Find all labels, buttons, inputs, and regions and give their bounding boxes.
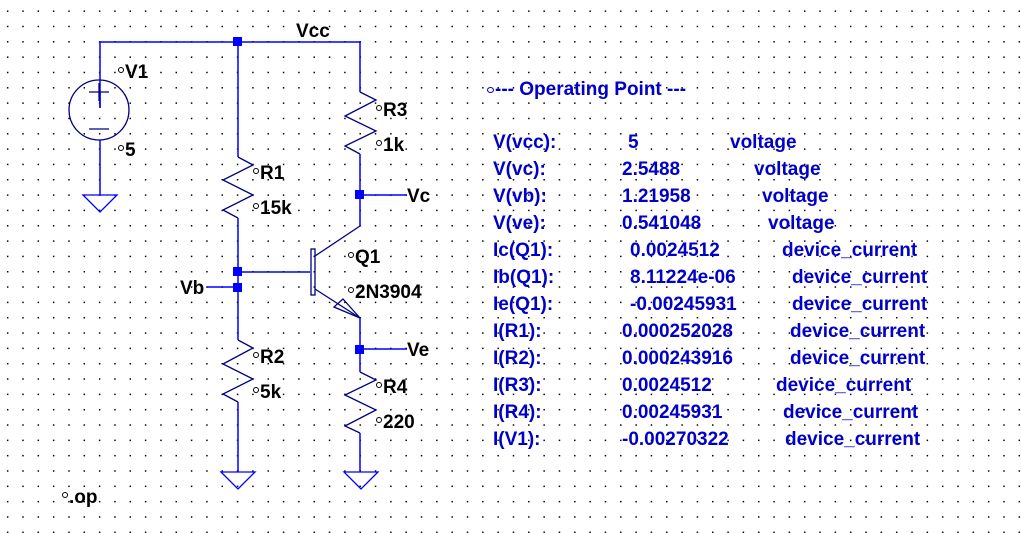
r4-name-label[interactable]: R4 [376,378,407,397]
op-row-type: device_current [783,402,919,423]
op-row-value: 5 [628,132,639,153]
op-row-type: voltage [762,186,829,207]
ground-icon [81,194,119,213]
q1-name-label[interactable]: Q1 [348,248,380,267]
r2-value-label[interactable]: 5k [253,383,281,402]
op-row-value: 0.000243916 [622,348,733,369]
resistor-r1[interactable] [221,156,255,219]
op-row-type: voltage [754,159,821,180]
operating-point-title[interactable]: --- Operating Point --- [487,80,686,99]
op-row-type: device_current [792,294,928,315]
op-row-value: 0.0024512 [622,375,712,396]
op-row-name: Ie(Q1): [493,294,554,315]
op-row-name: I(V1): [493,429,541,450]
ground-icon [219,471,257,490]
junction-dot [233,283,242,292]
op-row-value: 0.0024512 [630,240,720,261]
r1-name-label[interactable]: R1 [253,164,284,183]
op-row-value: 2.5488 [622,159,681,180]
op-row-type: voltage [768,213,835,234]
r3-value-label[interactable]: 1k [376,136,404,155]
op-row-name: Ic(Q1): [493,240,554,261]
op-row-name: I(R3): [493,375,542,396]
op-row-type: device_current [790,321,926,342]
op-row-type: device_current [790,348,926,369]
junction-dot [233,267,242,276]
net-label-ve[interactable]: Ve [407,341,429,360]
op-row-type: device_current [776,375,912,396]
resistor-r2[interactable] [221,339,255,403]
r4-value-label[interactable]: 220 [376,413,415,432]
op-row-value: 0.000252028 [622,321,733,342]
v1-value-label[interactable]: 5 [118,141,136,160]
r1-value-label[interactable]: 15k [253,199,292,218]
op-row-name: Ib(Q1): [493,267,555,288]
net-label-vcc[interactable]: Vcc [296,22,330,41]
op-row-value: 0.541048 [622,213,702,234]
ground-icon [342,471,380,490]
resistor-r4[interactable] [343,371,378,434]
r2-name-label[interactable]: R2 [253,348,284,367]
op-row-value: -0.00245931 [630,294,737,315]
op-row-value: 0.00245931 [622,402,723,423]
op-row-name: V(vcc): [493,132,557,153]
op-row-type: device_current [782,240,918,261]
op-row-type: device_current [785,429,921,450]
junction-dot [355,190,364,199]
r3-name-label[interactable]: R3 [376,101,407,120]
op-row-value: 8.11224e-06 [630,267,736,288]
voltage-source-v1[interactable] [68,79,130,141]
op-row-name: V(vb): [493,186,547,207]
op-row-type: voltage [730,132,797,153]
q1-model-label[interactable]: 2N3904 [348,283,422,302]
transistor-q1[interactable] [310,225,361,319]
op-row-name: I(R4): [493,402,542,423]
spice-directive-op[interactable]: .op [62,488,98,507]
junction-dot [233,37,242,46]
q1-base-bar [310,248,316,296]
op-row-name: V(ve): [493,213,546,234]
op-row-value: -0.00270322 [622,429,729,450]
net-label-vc[interactable]: Vc [407,187,430,206]
op-row-name: V(vc): [493,159,546,180]
op-row-name: I(R1): [493,321,542,342]
op-row-type: device_current [792,267,928,288]
op-row-name: I(R2): [493,348,542,369]
net-label-vb[interactable]: Vb [180,279,204,298]
resistor-r3[interactable] [343,91,378,155]
v1-name-label[interactable]: V1 [118,63,148,82]
junction-dot [355,345,364,354]
op-row-value: 1.21958 [622,186,691,207]
